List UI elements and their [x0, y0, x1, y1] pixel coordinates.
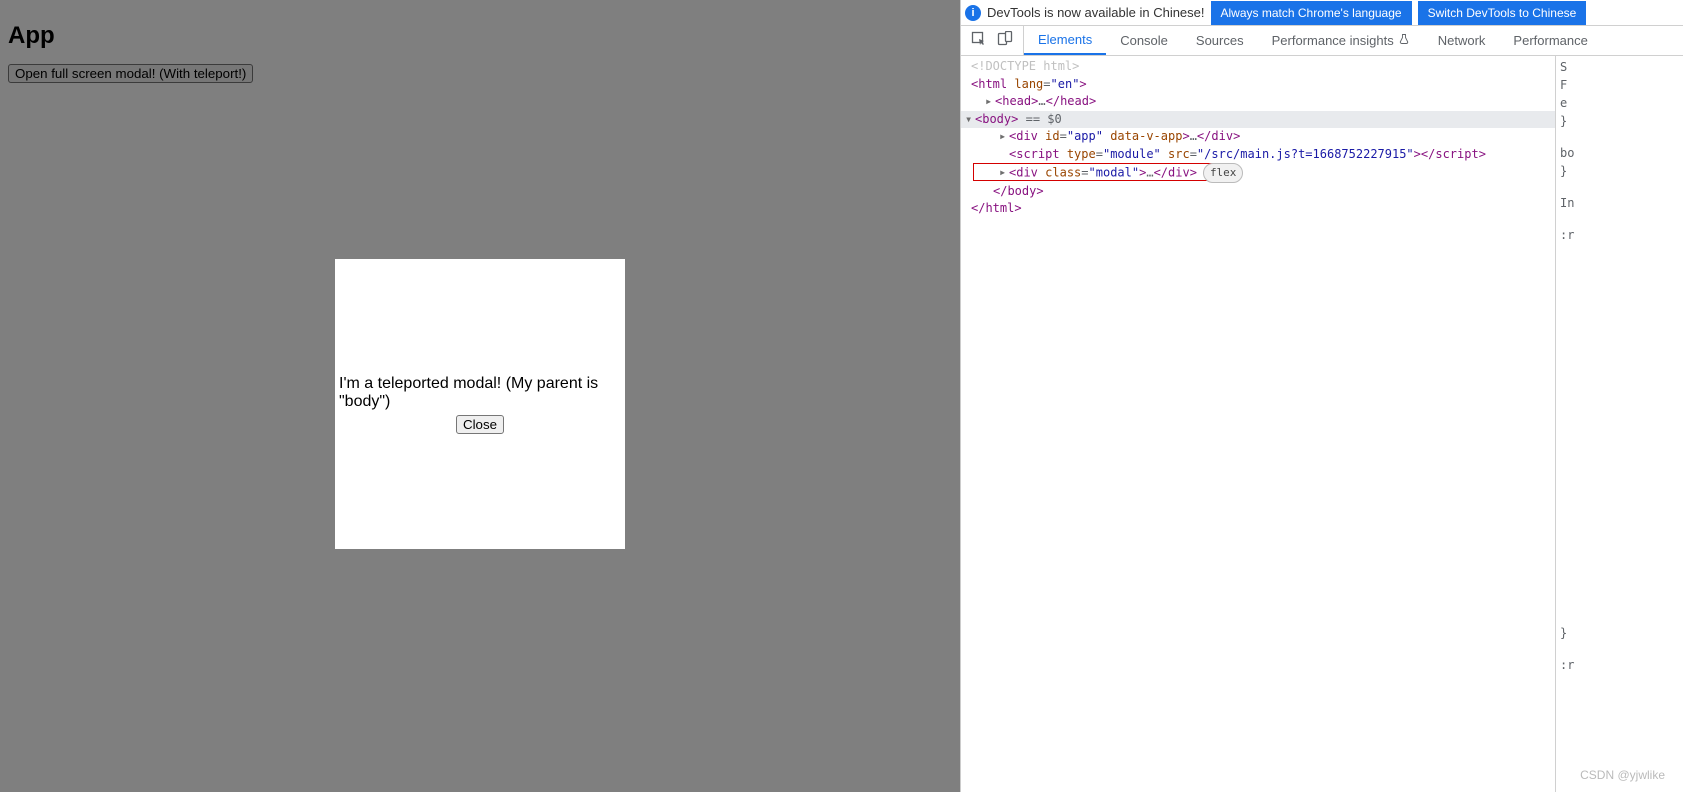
always-match-language-button[interactable]: Always match Chrome's language	[1211, 1, 1412, 25]
devtools-language-banner: i DevTools is now available in Chinese! …	[961, 0, 1683, 26]
tab-performance[interactable]: Performance	[1499, 26, 1601, 55]
info-icon: i	[965, 5, 981, 21]
close-modal-button[interactable]: Close	[456, 415, 504, 434]
styles-line: }	[1560, 624, 1679, 642]
styles-line: e	[1560, 94, 1679, 112]
styles-line: F	[1560, 76, 1679, 94]
styles-line: }	[1560, 162, 1679, 180]
tab-performance-insights[interactable]: Performance insights	[1258, 26, 1424, 55]
modal-text: I'm a teleported modal! (My parent is "b…	[339, 375, 621, 411]
tab-console[interactable]: Console	[1106, 26, 1182, 55]
dom-body-open[interactable]: ⋯▾<body> == $0	[961, 111, 1555, 129]
styles-line: S	[1560, 58, 1679, 76]
styles-line: }	[1560, 112, 1679, 130]
dom-doctype: <!DOCTYPE html>	[971, 59, 1079, 73]
devtools-tabs: Elements Console Sources Performance ins…	[961, 26, 1683, 56]
beaker-icon	[1398, 33, 1410, 48]
styles-line: bo	[1560, 144, 1679, 162]
styles-line: :r	[1560, 656, 1679, 674]
devtools-panel: i DevTools is now available in Chinese! …	[960, 0, 1683, 792]
dom-tree[interactable]: <!DOCTYPE html> <html lang="en"> ▸<head>…	[961, 56, 1555, 792]
banner-text: DevTools is now available in Chinese!	[987, 5, 1205, 20]
tab-sources[interactable]: Sources	[1182, 26, 1258, 55]
watermark: CSDN @yjwlike	[1580, 768, 1665, 782]
dom-html-close[interactable]: </html>	[971, 200, 1555, 218]
dom-script[interactable]: <script type="module" src="/src/main.js?…	[971, 146, 1555, 164]
styles-line: :r	[1560, 226, 1679, 244]
element-selector-icon[interactable]	[971, 31, 987, 50]
dom-modal-div[interactable]: ▸<div class="modal">…</div>flex	[971, 163, 1555, 183]
dom-body-close[interactable]: </body>	[971, 183, 1555, 201]
switch-devtools-language-button[interactable]: Switch DevTools to Chinese	[1418, 1, 1587, 25]
tab-network[interactable]: Network	[1424, 26, 1500, 55]
tab-elements[interactable]: Elements	[1024, 26, 1106, 55]
dom-html-open[interactable]: <html lang="en">	[971, 76, 1555, 94]
dom-head[interactable]: ▸<head>…</head>	[971, 93, 1555, 111]
styles-line: In	[1560, 194, 1679, 212]
page-area: App Open full screen modal! (With telepo…	[0, 0, 960, 792]
modal-dialog: I'm a teleported modal! (My parent is "b…	[335, 259, 625, 549]
styles-panel[interactable]: S F e } bo } In :r } :r	[1555, 56, 1683, 792]
flex-badge[interactable]: flex	[1203, 163, 1244, 183]
dom-app-div[interactable]: ▸<div id="app" data-v-app>…</div>	[971, 128, 1555, 146]
device-toggle-icon[interactable]	[997, 31, 1013, 50]
tab-performance-insights-label: Performance insights	[1272, 33, 1394, 48]
